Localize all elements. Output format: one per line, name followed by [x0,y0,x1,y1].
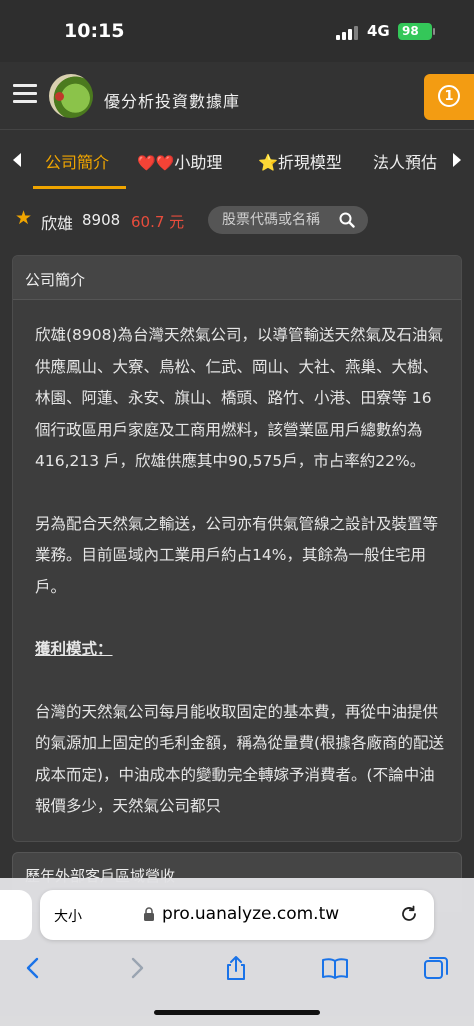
stock-code: 8908 [82,211,121,229]
font-size-button[interactable]: 大小 [54,906,82,926]
home-indicator [154,1010,320,1015]
address-bar[interactable]: 大小 pro.uanalyze.com.tw [40,890,434,940]
stock-price: 60.7 元 [131,213,185,231]
reload-icon[interactable] [399,904,419,924]
profile-paragraph: 台灣的天然氣公司每月能收取固定的基本費，再從中油提供的氣源加上固定的毛利金額，稱… [35,702,445,816]
tab-assistant[interactable]: ❤️❤️小助理 [137,149,222,173]
browser-toolbar: 大小 pro.uanalyze.com.tw [0,878,474,1026]
active-tab-indicator [33,186,126,189]
tabs-icon[interactable] [422,954,450,982]
heart-icon: ❤️❤️ [137,154,175,172]
lock-icon [144,907,154,921]
tabs-scroll-right-icon[interactable] [453,153,461,167]
card-body: 欣雄(8908)為台灣天然氣公司，以導管輸送天然氣及石油氣供應鳳山、大寮、鳥松、… [13,300,461,823]
profit-model-heading: 獲利模式： [35,640,113,658]
tab-analyst-estimates[interactable]: 法人預估 [373,149,437,173]
tabs-scroll-left-icon[interactable] [13,153,21,167]
battery-icon: 98 [398,23,435,40]
site-logo[interactable] [49,74,93,118]
favorite-star-icon[interactable]: ★ [15,207,32,229]
bookmarks-icon[interactable] [321,954,349,982]
back-icon[interactable] [20,954,48,982]
share-icon[interactable] [222,954,250,982]
network-type: 4G [367,22,390,40]
company-profile-card: 公司簡介 欣雄(8908)為台灣天然氣公司，以導管輸送天然氣及石油氣供應鳳山、大… [12,255,462,842]
tab-company-profile[interactable]: 公司簡介 [45,149,109,173]
menu-icon[interactable] [13,84,37,104]
status-bar: 10:15 4G 98 [0,0,474,62]
app-header: 優分析投資數據庫 1 [0,62,474,130]
stock-bar: ★ 欣雄 8908 60.7 元 [0,200,474,244]
stock-search-input[interactable] [222,210,337,230]
search-icon[interactable] [339,212,355,228]
notification-button[interactable]: 1 [424,74,474,120]
stock-search-box[interactable] [208,206,368,234]
profile-paragraph: 欣雄(8908)為台灣天然氣公司，以導管輸送天然氣及石油氣供應鳳山、大寮、鳥松、… [35,326,444,470]
stock-name: 欣雄 [41,214,74,233]
profile-paragraph: 另為配合天然氣之輸送，公司亦有供氣管線之設計及裝置等業務。目前區域內工業用戶約占… [35,514,439,596]
star-icon: ⭐ [258,153,278,172]
forward-icon[interactable] [122,954,150,982]
section-tabs: 公司簡介 ❤️❤️小助理 ⭐折現模型 法人預估 [0,131,474,191]
url-text[interactable]: pro.uanalyze.com.tw [162,904,339,924]
battery-level: 98 [402,24,419,38]
card-title: 公司簡介 [13,256,461,300]
previous-tab-preview[interactable] [0,890,32,940]
notification-badge: 1 [438,85,460,107]
site-title[interactable]: 優分析投資數據庫 [104,88,240,112]
signal-icon [336,26,358,40]
tab-dcf-model[interactable]: ⭐折現模型 [258,149,342,173]
status-time: 10:15 [64,20,125,42]
